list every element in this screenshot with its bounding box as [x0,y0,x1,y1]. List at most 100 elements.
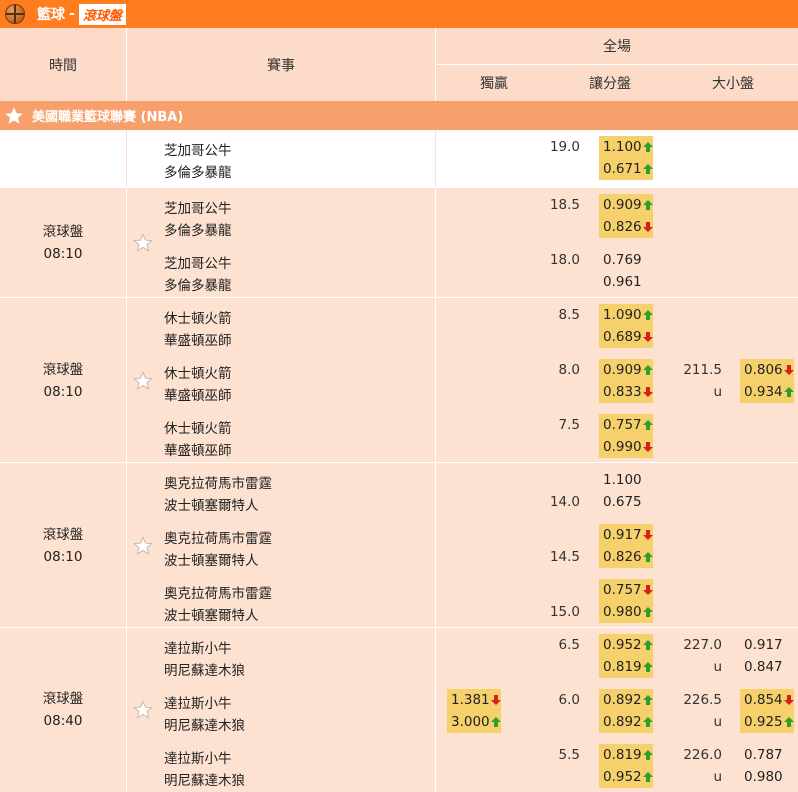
overunder-over-odds[interactable]: 0.854 [740,689,794,711]
away-team[interactable]: 多倫多暴龍 [164,161,232,181]
star-icon[interactable] [4,106,24,126]
away-team[interactable]: 華盛頓巫師 [164,329,232,349]
favorite-star-icon[interactable] [133,535,153,556]
home-team[interactable]: 芝加哥公牛 [164,139,232,159]
handicap-home-odds-value: 1.100 [603,472,642,488]
arrow-up-icon [642,420,653,430]
away-team[interactable]: 波士頓塞爾特人 [164,549,259,569]
handicap-home-odds-value: 0.757 [603,582,642,598]
arrow-up-icon [783,387,794,397]
favorite-star-icon[interactable] [133,233,153,253]
league-row[interactable]: 美國職業籃球聯賽 (NBA) [0,101,798,130]
table-header: 時間 賽事 全場 獨贏 讓分盤 大小盤 [0,28,798,101]
handicap-home-odds[interactable]: 0.892 [599,689,653,711]
handicap-home-odds[interactable]: 0.909 [599,359,653,381]
overunder-over-odds-value: 0.854 [744,692,783,708]
handicap-line: 6.5 [558,637,580,653]
away-team[interactable]: 華盛頓巫師 [164,384,232,404]
home-team[interactable]: 奧克拉荷馬市雷霆 [164,582,272,602]
handicap-away-odds-value: 0.833 [603,384,642,400]
home-team[interactable]: 奧克拉荷馬市雷霆 [164,472,272,492]
handicap-home-odds[interactable]: 0.909 [599,194,653,216]
handicap-home-odds[interactable]: 1.100 [599,136,653,158]
away-team[interactable]: 明尼蘇達木狼 [164,769,245,789]
handicap-away-odds[interactable]: 0.826 [599,546,653,568]
away-team[interactable]: 華盛頓巫師 [164,439,232,459]
overunder-under-odds[interactable]: 0.934 [740,381,794,403]
moneyline-away-odds[interactable]: 3.000 [447,711,501,733]
arrow-down-icon [642,222,653,232]
home-team[interactable]: 達拉斯小牛 [164,692,232,712]
handicap-away-odds[interactable]: 0.961 [599,271,642,293]
live-tag[interactable]: 滾球盤 [78,3,126,25]
overunder-under-label: u [713,384,722,400]
handicap-away-odds[interactable]: 0.819 [599,656,653,678]
arrow-up-icon [642,750,653,760]
header-time: 時間 [49,57,77,74]
home-team[interactable]: 達拉斯小牛 [164,637,232,657]
moneyline-home-odds-value: 1.381 [451,692,490,708]
handicap-away-odds[interactable]: 0.675 [599,491,642,513]
away-team[interactable]: 多倫多暴龍 [164,219,232,239]
handicap-away-odds[interactable]: 0.892 [599,711,653,733]
handicap-home-odds[interactable]: 0.769 [599,249,642,271]
match-time-cell: 滾球盤 08:40 [0,628,126,792]
overunder-under-odds[interactable]: 0.925 [740,711,794,733]
home-team[interactable]: 休士頓火箭 [164,307,232,327]
overunder-line: 211.5 [683,362,722,378]
handicap-away-odds[interactable]: 0.833 [599,381,653,403]
handicap-away-odds[interactable]: 0.990 [599,436,653,458]
away-team[interactable]: 波士頓塞爾特人 [164,604,259,624]
handicap-home-odds-value: 0.917 [603,527,642,543]
handicap-away-odds[interactable]: 0.671 [599,158,653,180]
handicap-line: 14.5 [549,549,580,565]
overunder-over-odds[interactable]: 0.917 [740,634,783,656]
overunder-over-odds[interactable]: 0.806 [740,359,794,381]
handicap-away-odds[interactable]: 0.980 [599,601,653,623]
handicap-line: 18.0 [549,252,580,268]
handicap-home-odds[interactable]: 1.100 [599,469,642,491]
handicap-home-odds[interactable]: 0.757 [599,414,653,436]
overunder-under-odds[interactable]: 0.980 [740,766,783,788]
handicap-home-odds[interactable]: 0.757 [599,579,653,601]
handicap-away-odds-value: 0.961 [603,274,642,290]
home-team[interactable]: 芝加哥公牛 [164,197,232,217]
handicap-home-odds-value: 0.909 [603,362,642,378]
handicap-away-odds[interactable]: 0.689 [599,326,653,348]
arrow-up-icon [642,662,653,672]
handicap-away-odds-value: 0.980 [603,604,642,620]
overunder-over-odds[interactable]: 0.787 [740,744,783,766]
title-separator: - [69,6,75,22]
header-handicap: 讓分盤 [589,76,631,92]
favorite-star-icon[interactable] [133,370,153,391]
home-team[interactable]: 休士頓火箭 [164,417,232,437]
overunder-under-odds-value: 0.847 [744,659,783,675]
handicap-away-odds-value: 0.826 [603,219,642,235]
arrow-down-icon [642,530,653,540]
basketball-icon [5,4,25,24]
home-team[interactable]: 芝加哥公牛 [164,252,232,272]
handicap-line: 6.0 [558,692,580,708]
handicap-away-odds-value: 0.990 [603,439,642,455]
favorite-star-icon[interactable] [133,700,153,720]
arrow-down-icon [642,332,653,342]
live-label: 滾球盤 [42,691,84,707]
overunder-under-odds-value: 0.980 [744,769,783,785]
overunder-line: 227.0 [683,637,722,653]
away-team[interactable]: 波士頓塞爾特人 [164,494,259,514]
handicap-home-odds[interactable]: 0.819 [599,744,653,766]
away-team[interactable]: 明尼蘇達木狼 [164,659,245,679]
handicap-away-odds[interactable]: 0.952 [599,766,653,788]
overunder-under-odds[interactable]: 0.847 [740,656,783,678]
home-team[interactable]: 達拉斯小牛 [164,747,232,767]
handicap-away-odds-value: 0.826 [603,549,642,565]
away-team[interactable]: 多倫多暴龍 [164,274,232,294]
handicap-home-odds[interactable]: 0.952 [599,634,653,656]
handicap-home-odds[interactable]: 1.090 [599,304,653,326]
away-team[interactable]: 明尼蘇達木狼 [164,714,245,734]
moneyline-home-odds[interactable]: 1.381 [447,689,501,711]
home-team[interactable]: 休士頓火箭 [164,362,232,382]
handicap-away-odds[interactable]: 0.826 [599,216,653,238]
home-team[interactable]: 奧克拉荷馬市雷霆 [164,527,272,547]
handicap-home-odds[interactable]: 0.917 [599,524,653,546]
